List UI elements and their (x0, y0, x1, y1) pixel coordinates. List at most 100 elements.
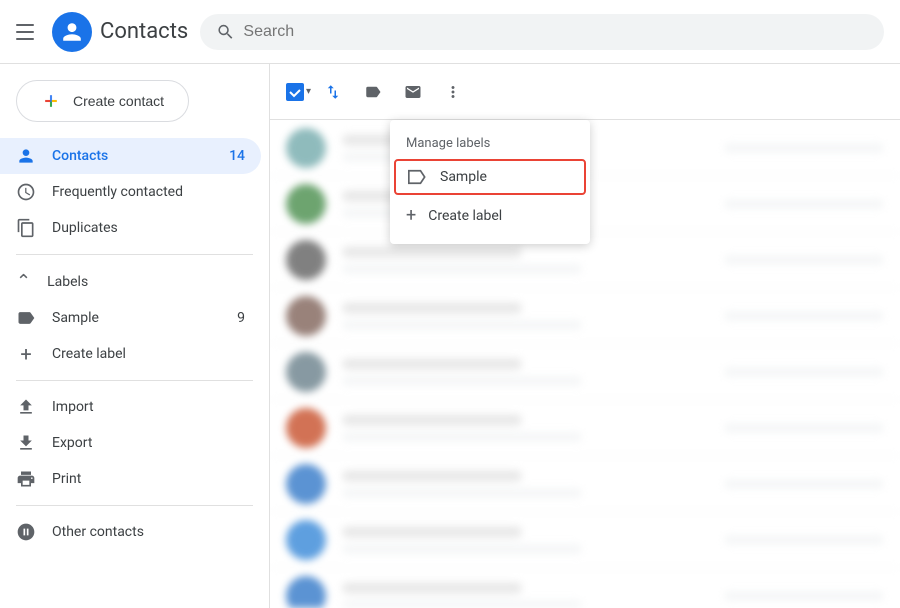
sidebar-item-frequently-contacted[interactable]: Frequently contacted (0, 174, 261, 210)
contact-info (342, 526, 708, 554)
contact-email (342, 376, 582, 386)
search-bar[interactable] (200, 14, 884, 50)
contact-email (342, 544, 582, 554)
contact-info (342, 414, 708, 442)
sidebar-item-duplicates[interactable]: Duplicates (0, 210, 261, 246)
contact-extra (724, 199, 884, 209)
export-label: Export (52, 435, 92, 451)
clock-icon (16, 182, 36, 202)
sample-count: 9 (237, 310, 245, 326)
contact-info (342, 302, 708, 330)
contact-name (342, 414, 522, 426)
manage-labels-dropdown: Manage labels Sample + Create label (390, 120, 590, 244)
content-area: ▾ (270, 64, 900, 608)
table-row (270, 456, 900, 512)
table-row (270, 568, 900, 608)
duplicates-label: Duplicates (52, 220, 118, 236)
sidebar-item-import[interactable]: Import (0, 389, 261, 425)
table-row (270, 344, 900, 400)
contact-info (342, 470, 708, 498)
create-label-text: Create label (52, 346, 126, 362)
other-contacts-label: Other contacts (52, 524, 144, 540)
sidebar-item-sample[interactable]: Sample 9 (0, 300, 261, 336)
contact-info (342, 582, 708, 608)
import-icon (16, 397, 36, 417)
create-label-dropdown-text: Create label (428, 208, 502, 224)
table-row (270, 400, 900, 456)
avatar (286, 520, 326, 560)
contact-name (342, 302, 522, 314)
select-dropdown-arrow[interactable]: ▾ (306, 86, 311, 97)
contact-info (342, 358, 708, 386)
email-button[interactable] (395, 74, 431, 110)
export-icon (16, 433, 36, 453)
contact-name (342, 582, 522, 594)
contact-extra (724, 367, 884, 377)
print-label: Print (52, 471, 81, 487)
search-input[interactable] (243, 23, 868, 41)
contact-email (342, 488, 582, 498)
contacts-icon (16, 146, 36, 166)
select-all-group[interactable]: ▾ (286, 83, 311, 101)
contact-extra (724, 591, 884, 601)
contact-email (342, 432, 582, 442)
plus-multicolor-icon (41, 91, 61, 111)
contact-extra (724, 143, 884, 153)
avatar (286, 128, 326, 168)
frequently-contacted-label: Frequently contacted (52, 184, 183, 200)
other-contacts-icon (16, 522, 36, 542)
sort-button[interactable] (315, 74, 351, 110)
sidebar-item-create-label[interactable]: + Create label (0, 336, 261, 372)
avatar (286, 352, 326, 392)
top-bar: Contacts (0, 0, 900, 64)
contact-extra (724, 311, 884, 321)
create-contact-label: Create contact (73, 93, 164, 109)
labels-header-label: Labels (47, 274, 88, 290)
contacts-count: 14 (229, 148, 245, 164)
sample-label-icon (408, 169, 428, 185)
contact-extra (724, 423, 884, 433)
print-icon (16, 469, 36, 489)
contact-email (342, 320, 582, 330)
avatar (286, 296, 326, 336)
table-row (270, 288, 900, 344)
main-layout: Create contact Contacts 14 Frequently co… (0, 64, 900, 608)
avatar (286, 408, 326, 448)
sidebar-item-print[interactable]: Print (0, 461, 261, 497)
select-all-checkbox[interactable] (286, 83, 304, 101)
app-title: Contacts (100, 19, 188, 44)
sidebar-divider-1 (16, 254, 253, 255)
dropdown-item-sample[interactable]: Sample (394, 159, 586, 195)
create-label-plus-icon: + (406, 205, 416, 226)
duplicates-icon (16, 218, 36, 238)
contact-name (342, 358, 522, 370)
avatar (286, 576, 326, 608)
contact-name (342, 470, 522, 482)
create-contact-button[interactable]: Create contact (16, 80, 189, 122)
contact-info (342, 246, 708, 274)
dropdown-create-label[interactable]: + Create label (390, 195, 590, 236)
avatar (286, 184, 326, 224)
sidebar-item-export[interactable]: Export (0, 425, 261, 461)
sidebar: Create contact Contacts 14 Frequently co… (0, 64, 270, 608)
logo-area: Contacts (52, 12, 188, 52)
sample-label: Sample (52, 310, 99, 326)
add-label-icon: + (16, 344, 36, 364)
more-button[interactable] (435, 74, 471, 110)
contact-name (342, 526, 522, 538)
label-icon (16, 308, 36, 328)
avatar (286, 464, 326, 504)
sidebar-item-contacts[interactable]: Contacts 14 (0, 138, 261, 174)
contact-email (342, 600, 582, 608)
label-button[interactable] (355, 74, 391, 110)
sidebar-divider-3 (16, 505, 253, 506)
search-icon (216, 22, 235, 42)
labels-section-header[interactable]: ⌃ Labels (0, 263, 269, 300)
sidebar-item-other-contacts[interactable]: Other contacts (0, 514, 261, 550)
contact-extra (724, 479, 884, 489)
import-label: Import (52, 399, 94, 415)
app-logo (52, 12, 92, 52)
hamburger-menu[interactable] (16, 20, 40, 44)
sample-item-label: Sample (440, 169, 487, 185)
contact-extra (724, 535, 884, 545)
